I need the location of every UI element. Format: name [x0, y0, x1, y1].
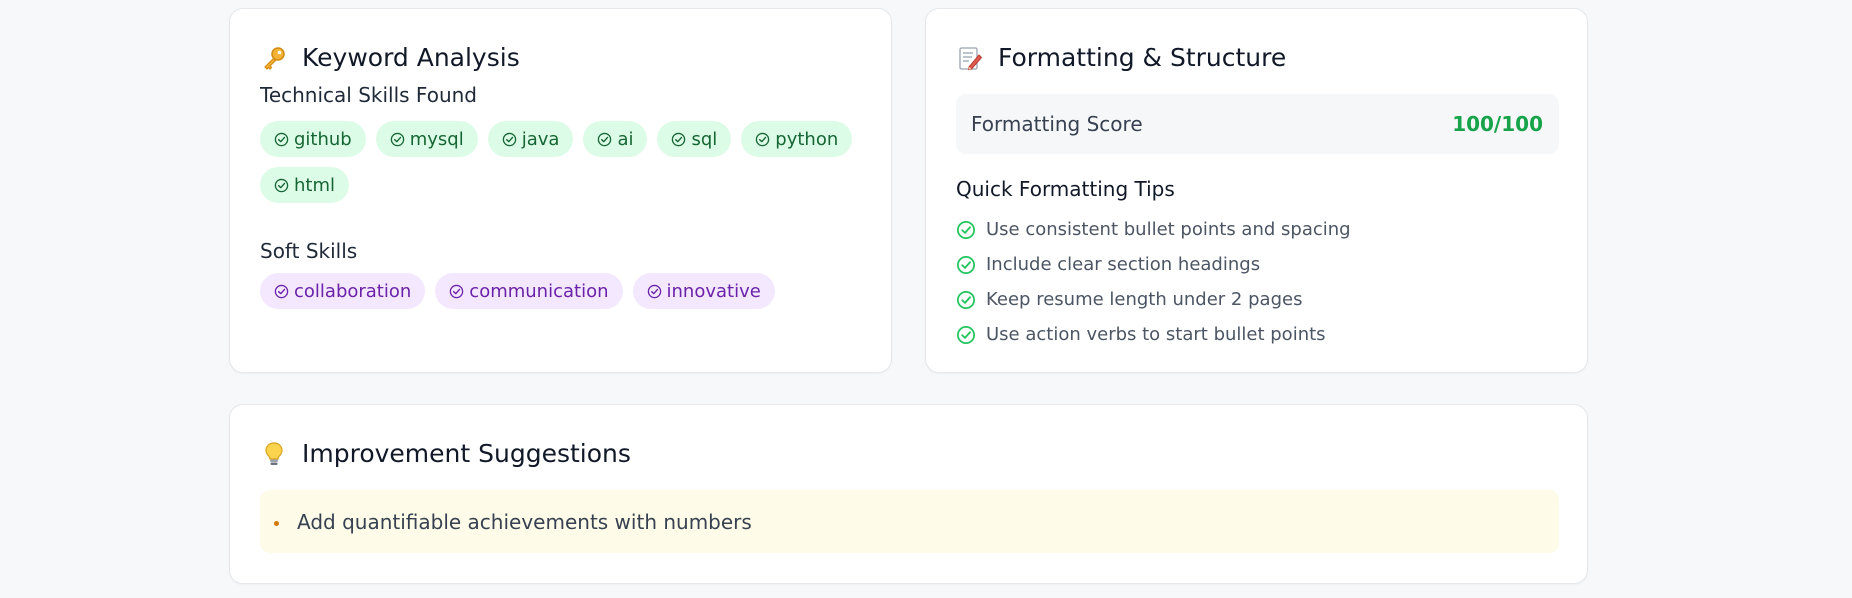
- soft-skill-chip: communication: [435, 273, 622, 309]
- technical-skill-chip: sql: [657, 121, 731, 157]
- skill-label: ai: [617, 129, 633, 150]
- skill-label: innovative: [667, 281, 761, 302]
- check-circle-icon: [274, 284, 294, 299]
- check-circle-icon: [956, 255, 986, 275]
- check-circle-icon: [502, 132, 522, 147]
- check-circle-icon: [449, 284, 469, 299]
- check-circle-icon: [956, 325, 986, 345]
- lightbulb-icon: [260, 440, 288, 468]
- improvement-suggestions-card: Improvement Suggestions Add quantifiable…: [229, 404, 1588, 584]
- check-circle-icon: [274, 178, 294, 193]
- skill-label: java: [522, 129, 560, 150]
- formatting-score-value: 100/100: [1452, 112, 1543, 136]
- keyword-analysis-title: Keyword Analysis: [302, 43, 520, 72]
- skill-label: collaboration: [294, 281, 411, 302]
- formatting-title: Formatting & Structure: [998, 43, 1286, 72]
- formatting-tip-text: Include clear section headings: [986, 254, 1260, 275]
- formatting-tip-text: Use action verbs to start bullet points: [986, 324, 1326, 345]
- formatting-tip-text: Use consistent bullet points and spacing: [986, 219, 1351, 240]
- keyword-analysis-heading: Keyword Analysis: [260, 43, 520, 72]
- formatting-tip-item: Keep resume length under 2 pages: [956, 282, 1351, 317]
- formatting-card: Formatting & Structure Formatting Score …: [925, 8, 1588, 373]
- check-circle-icon: [671, 132, 691, 147]
- formatting-tip-item: Include clear section headings: [956, 247, 1351, 282]
- skill-label: html: [294, 175, 335, 196]
- skill-label: python: [775, 129, 838, 150]
- skill-label: sql: [691, 129, 717, 150]
- soft-skill-chip: innovative: [633, 273, 775, 309]
- check-circle-icon: [597, 132, 617, 147]
- technical-skill-chip: python: [741, 121, 852, 157]
- suggestion-item: Add quantifiable achievements with numbe…: [260, 490, 1559, 553]
- technical-skill-chip: java: [488, 121, 574, 157]
- check-circle-icon: [956, 290, 986, 310]
- formatting-tip-item: Use consistent bullet points and spacing: [956, 212, 1351, 247]
- formatting-score-label: Formatting Score: [971, 112, 1143, 136]
- bullet-icon: [274, 521, 279, 526]
- check-circle-icon: [956, 220, 986, 240]
- check-circle-icon: [647, 284, 667, 299]
- formatting-tips-list: Use consistent bullet points and spacing…: [956, 212, 1351, 352]
- technical-skill-chip: html: [260, 167, 349, 203]
- formatting-tips-title: Quick Formatting Tips: [956, 177, 1175, 201]
- technical-skill-chip: github: [260, 121, 366, 157]
- memo-icon: [956, 44, 984, 72]
- technical-skills-list: github mysql java ai sql python html: [260, 121, 860, 203]
- formatting-score-box: Formatting Score 100/100: [956, 94, 1559, 154]
- formatting-tip-text: Keep resume length under 2 pages: [986, 289, 1302, 310]
- key-icon: [260, 44, 288, 72]
- check-circle-icon: [755, 132, 775, 147]
- skill-label: github: [294, 129, 352, 150]
- technical-skill-chip: ai: [583, 121, 647, 157]
- check-circle-icon: [390, 132, 410, 147]
- technical-skill-chip: mysql: [376, 121, 478, 157]
- soft-skills-label: Soft Skills: [260, 239, 357, 263]
- skill-label: communication: [469, 281, 608, 302]
- formatting-tip-item: Use action verbs to start bullet points: [956, 317, 1351, 352]
- check-circle-icon: [274, 132, 294, 147]
- formatting-heading: Formatting & Structure: [956, 43, 1286, 72]
- soft-skill-chip: collaboration: [260, 273, 425, 309]
- technical-skills-label: Technical Skills Found: [260, 83, 477, 107]
- keyword-analysis-card: Keyword Analysis Technical Skills Found …: [229, 8, 892, 373]
- improvement-title: Improvement Suggestions: [302, 439, 631, 468]
- skill-label: mysql: [410, 129, 464, 150]
- soft-skills-list: collaboration communication innovative: [260, 273, 860, 309]
- improvement-heading: Improvement Suggestions: [260, 439, 631, 468]
- suggestion-text: Add quantifiable achievements with numbe…: [297, 510, 752, 534]
